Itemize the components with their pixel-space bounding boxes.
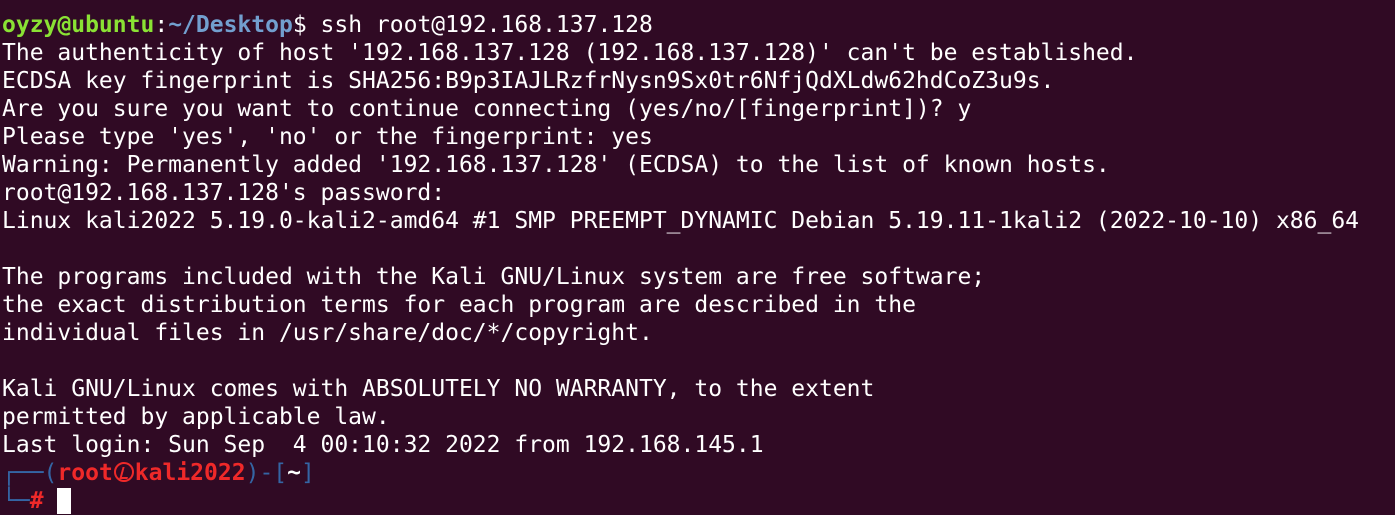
output-line: ECDSA key fingerprint is SHA256:B9p3IAJL…	[2, 68, 1055, 94]
kali-host: kali2022	[134, 460, 246, 486]
kali-open-bracket: [	[273, 460, 288, 486]
text-cursor[interactable]	[57, 488, 72, 514]
output-line: permitted by applicable law.	[2, 404, 390, 430]
output-line: The authenticity of host '192.168.137.12…	[2, 40, 1138, 66]
prompt-path: ~/Desktop	[168, 12, 293, 38]
output-line: Are you sure you want to continue connec…	[2, 96, 972, 122]
prompt-colon: :	[154, 12, 169, 38]
output-line: individual files in /usr/share/doc/*/cop…	[2, 320, 653, 346]
kali-close-bracket: ]	[301, 460, 315, 486]
kali-prompt-input-line[interactable]: └─#	[0, 487, 1395, 515]
terminal-window[interactable]: oyzy@ubuntu:~/Desktop$ ssh root@192.168.…	[0, 0, 1395, 515]
shell-prompt-line: oyzy@ubuntu:~/Desktop$ ssh root@192.168.…	[0, 11, 1395, 39]
terminal-output: The authenticity of host '192.168.137.12…	[0, 39, 1395, 459]
output-line: Last login: Sun Sep 4 00:10:32 2022 from…	[2, 432, 764, 458]
kali-open-paren: (	[43, 460, 58, 486]
output-line: The programs included with the Kali GNU/…	[2, 264, 986, 290]
output-line: Warning: Permanently added '192.168.137.…	[2, 152, 1110, 178]
kali-dir: ~	[287, 460, 302, 486]
prompt-command: ssh root@192.168.137.128	[306, 12, 653, 38]
output-line: Kali GNU/Linux comes with ABSOLUTELY NO …	[2, 376, 875, 402]
kali-skull-icon	[113, 462, 134, 482]
kali-dash: -	[259, 460, 274, 486]
output-line: the exact distribution terms for each pr…	[2, 292, 916, 318]
kali-frame-bottom: └─	[2, 488, 30, 514]
output-line: Please type 'yes', 'no' or the fingerpri…	[2, 124, 653, 150]
prompt-dollar: $	[292, 12, 307, 38]
prompt-user-host: oyzy@ubuntu	[2, 12, 155, 38]
kali-prompt-top-line: ┌──(root kali2022)-[~]	[0, 459, 1395, 487]
kali-close-paren: )	[245, 460, 260, 486]
kali-user: root	[57, 460, 113, 486]
output-line: root@192.168.137.128's password:	[2, 180, 459, 206]
output-line: Linux kali2022 5.19.0-kali2-amd64 #1 SMP…	[2, 208, 1360, 234]
kali-hash: #	[29, 488, 44, 514]
kali-frame-top: ┌──	[2, 460, 44, 486]
